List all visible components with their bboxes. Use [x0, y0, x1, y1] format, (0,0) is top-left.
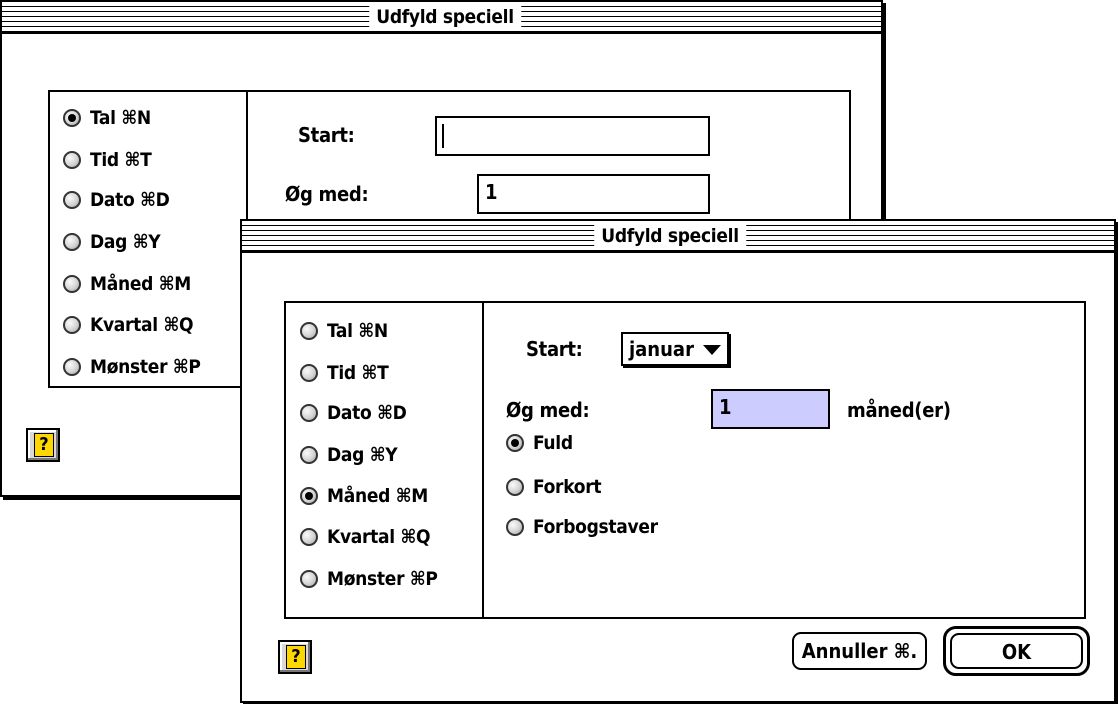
radio-empty-icon [63, 191, 81, 209]
radio-empty-icon [63, 233, 81, 251]
front-radio-dag[interactable]: Dag ⌘Y [300, 441, 398, 469]
front-radio-tid[interactable]: Tid ⌘T [300, 359, 389, 387]
back-start-label: Start: [298, 123, 355, 147]
text-cursor [442, 124, 444, 148]
back-radio-tid[interactable]: Tid ⌘T [63, 146, 152, 174]
front-radio-tal[interactable]: Tal ⌘N [300, 317, 388, 345]
radio-empty-icon [63, 316, 81, 334]
back-radio-maned[interactable]: Måned ⌘M [63, 270, 191, 298]
back-radio-tal[interactable]: Tal ⌘N [63, 104, 151, 132]
front-increment-label: Øg med: [506, 398, 590, 422]
back-increment-input[interactable]: 1 [477, 174, 710, 214]
back-radio-dag[interactable]: Dag ⌘Y [63, 228, 161, 256]
front-increment-input[interactable]: 1 [711, 389, 830, 429]
radio-empty-icon [300, 446, 318, 464]
radio-empty-icon [300, 570, 318, 588]
radio-empty-icon [300, 364, 318, 382]
back-radio-monster[interactable]: Mønster ⌘P [63, 353, 201, 381]
radio-empty-icon [63, 151, 81, 169]
front-dialog-window: Udfyld speciell Tal ⌘N Tid ⌘T Dato ⌘D Da… [240, 219, 1116, 703]
radio-empty-icon [63, 358, 81, 376]
back-radio-kvartal[interactable]: Kvartal ⌘Q [63, 311, 194, 339]
front-dialog-titlebar[interactable]: Udfyld speciell [242, 221, 1114, 253]
front-start-label: Start: [526, 337, 583, 361]
front-radio-monster[interactable]: Mønster ⌘P [300, 565, 438, 593]
radio-selected-icon [506, 434, 524, 452]
radio-empty-icon [300, 528, 318, 546]
format-radio-forbogstaver[interactable]: Forbogstaver [506, 513, 658, 541]
ok-button-frame[interactable]: OK [943, 626, 1090, 676]
month-popup-menu[interactable]: januar [621, 332, 729, 366]
ok-button[interactable]: OK [950, 633, 1083, 669]
radio-empty-icon [300, 322, 318, 340]
back-increment-label: Øg med: [285, 182, 369, 206]
front-radio-maned[interactable]: Måned ⌘M [300, 482, 428, 510]
format-radio-fuld[interactable]: Fuld [506, 429, 573, 457]
radio-empty-icon [63, 275, 81, 293]
chevron-down-icon [703, 345, 721, 355]
help-question-icon[interactable]: ? [26, 428, 60, 462]
format-radio-forkort[interactable]: Forkort [506, 473, 602, 501]
increment-unit-label: måned(er) [847, 398, 951, 422]
radio-selected-icon [300, 487, 318, 505]
front-radio-kvartal[interactable]: Kvartal ⌘Q [300, 523, 431, 551]
front-dialog-title: Udfyld speciell [594, 224, 746, 248]
front-panel-divider [482, 303, 484, 617]
back-radio-dato[interactable]: Dato ⌘D [63, 186, 170, 214]
back-dialog-titlebar[interactable]: Udfyld speciell [2, 2, 881, 34]
radio-empty-icon [506, 518, 524, 536]
radio-empty-icon [300, 404, 318, 422]
cancel-button[interactable]: Annuller ⌘. [792, 632, 927, 670]
help-question-icon[interactable]: ? [278, 640, 312, 674]
back-start-input[interactable] [435, 116, 710, 156]
radio-empty-icon [506, 478, 524, 496]
front-radio-dato[interactable]: Dato ⌘D [300, 399, 407, 427]
back-dialog-title: Udfyld speciell [369, 5, 521, 29]
radio-selected-icon [63, 109, 81, 127]
